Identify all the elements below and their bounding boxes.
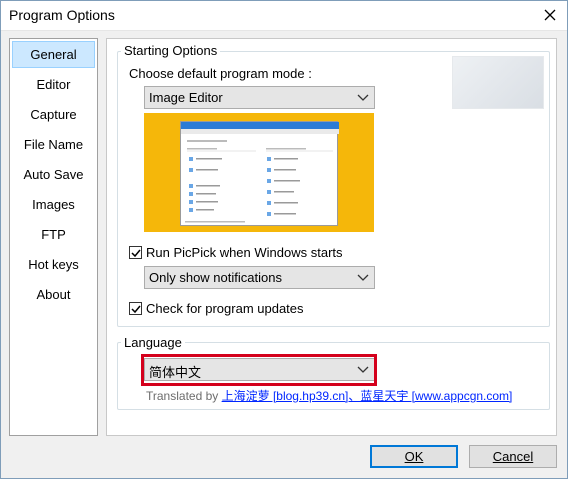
mode-select[interactable]: Image Editor: [144, 86, 375, 109]
translated-by-label: Translated by: [146, 389, 219, 403]
close-button[interactable]: [536, 3, 564, 27]
sidebar-item-label: Hot keys: [28, 257, 79, 272]
ok-button[interactable]: OK: [370, 445, 458, 468]
sidebar-item-label: Editor: [36, 77, 71, 92]
sidebar-item-label: Images: [32, 197, 75, 212]
preview-screenshot: [181, 122, 339, 223]
language-legend: Language: [121, 335, 185, 350]
language-highlight-box: [141, 354, 377, 386]
sidebar-item-images[interactable]: Images: [12, 191, 95, 218]
translated-by-line: Translated by 上海淀萝 [blog.hp39.cn]、蓝星天宇 […: [146, 387, 512, 404]
sidebar-item-file-name[interactable]: File Name: [12, 131, 95, 158]
run-at-startup-label: Run PicPick when Windows starts: [146, 245, 343, 260]
check-icon: [131, 249, 141, 258]
preview-window: [180, 121, 339, 226]
sidebar-item-label: General: [30, 47, 77, 62]
mode-thumbnail: [452, 56, 544, 109]
chevron-down-icon: [357, 94, 369, 101]
mode-label: Choose default program mode :: [129, 66, 312, 81]
translators-link[interactable]: 上海淀萝 [blog.hp39.cn]、蓝星天宇 [www.appcgn.com…: [222, 389, 513, 403]
ok-button-label: OK: [404, 449, 424, 464]
chevron-down-icon: [357, 274, 369, 281]
startup-mode-select[interactable]: Only show notifications: [144, 266, 375, 289]
checkbox-box[interactable]: [129, 302, 142, 315]
check-icon: [131, 305, 141, 314]
cancel-button-label: Cancel: [492, 449, 534, 464]
sidebar-item-general[interactable]: General: [12, 41, 95, 68]
sidebar-item-label: Auto Save: [23, 167, 84, 182]
sidebar-item-label: Capture: [30, 107, 77, 122]
check-updates-label: Check for program updates: [146, 301, 304, 316]
sidebar-item-capture[interactable]: Capture: [12, 101, 95, 128]
cancel-button[interactable]: Cancel: [469, 445, 557, 468]
sidebar-item-label: File Name: [23, 137, 84, 152]
mode-preview-image: [144, 113, 374, 232]
sidebar-item-label: About: [36, 287, 71, 302]
sidebar-item-auto-save[interactable]: Auto Save: [12, 161, 95, 188]
general-panel: Starting Options Choose default program …: [106, 38, 557, 436]
sidebar-item-hot-keys[interactable]: Hot keys: [12, 251, 95, 278]
sidebar-item-editor[interactable]: Editor: [12, 71, 95, 98]
close-icon: [544, 9, 556, 21]
sidebar-item-ftp[interactable]: FTP: [12, 221, 95, 248]
title-bar: Program Options: [0, 0, 568, 31]
sidebar-item-about[interactable]: About: [12, 281, 95, 308]
mode-select-value: Image Editor: [149, 90, 223, 105]
check-updates-checkbox[interactable]: Check for program updates: [129, 301, 304, 316]
options-sidebar: General Editor Capture File Name Auto Sa…: [9, 38, 98, 436]
checkbox-box[interactable]: [129, 246, 142, 259]
window-title: Program Options: [9, 7, 115, 23]
sidebar-item-label: FTP: [41, 227, 66, 242]
starting-options-legend: Starting Options: [121, 43, 221, 58]
startup-mode-value: Only show notifications: [149, 270, 282, 285]
run-at-startup-checkbox[interactable]: Run PicPick when Windows starts: [129, 245, 343, 260]
